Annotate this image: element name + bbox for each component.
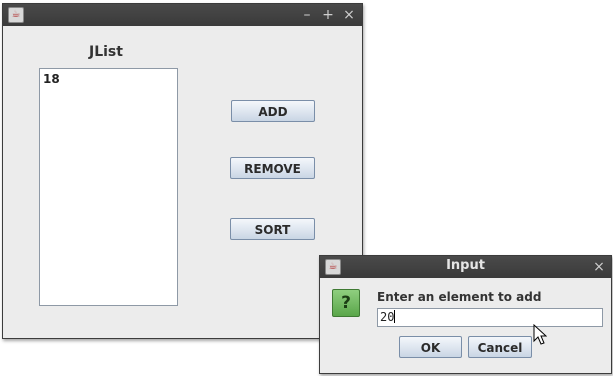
sort-button[interactable]: SORT: [230, 218, 315, 240]
dialog-prompt: Enter an element to add: [377, 290, 542, 304]
dialog-title: Input: [446, 258, 485, 273]
close-button[interactable]: ×: [340, 6, 358, 24]
input-dialog: ☕ Input × ? Enter an element to add 20 O…: [319, 255, 612, 374]
element-input-value: 20: [380, 310, 395, 324]
main-window: ☕ – + × JList 18 ADD REMOVE SORT: [2, 3, 363, 339]
ok-button[interactable]: OK: [399, 336, 462, 358]
remove-button[interactable]: REMOVE: [230, 157, 315, 179]
question-icon: ?: [332, 289, 360, 317]
maximize-button[interactable]: +: [319, 6, 337, 24]
cancel-button[interactable]: Cancel: [468, 336, 532, 358]
element-input[interactable]: 20: [377, 308, 603, 327]
java-cup-icon: ☕: [8, 7, 24, 23]
jlist[interactable]: 18: [39, 68, 178, 306]
dialog-title-bar[interactable]: ☕ Input ×: [320, 256, 611, 278]
text-caret: [394, 310, 396, 323]
jlist-label: JList: [89, 44, 123, 60]
minimize-button[interactable]: –: [298, 6, 316, 24]
mouse-pointer-icon: [533, 324, 547, 345]
add-button[interactable]: ADD: [231, 100, 315, 122]
list-item[interactable]: 18: [43, 72, 60, 86]
main-title-bar[interactable]: ☕ – + ×: [3, 4, 362, 26]
dialog-close-button[interactable]: ×: [590, 258, 608, 276]
